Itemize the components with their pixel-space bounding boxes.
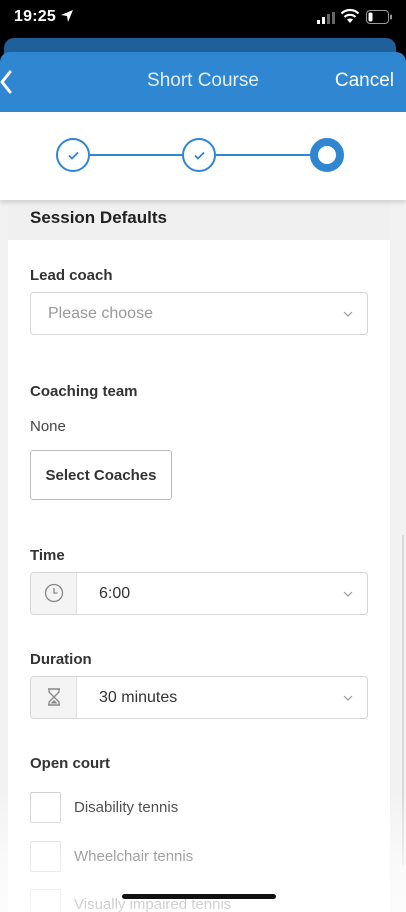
battery-icon xyxy=(366,10,392,24)
cellular-signal-icon xyxy=(317,12,335,24)
cancel-button[interactable]: Cancel xyxy=(335,70,394,92)
time-select[interactable]: 6:00 xyxy=(30,572,368,615)
header-bar: Short Course Cancel xyxy=(0,52,406,112)
duration-value: 30 minutes xyxy=(99,689,178,706)
clock-icon xyxy=(44,583,64,603)
duration-select[interactable]: 30 minutes xyxy=(30,676,368,719)
section-title: Session Defaults xyxy=(30,208,167,227)
coaching-team-label: Coaching team xyxy=(30,383,138,400)
time-icon-box xyxy=(31,573,77,614)
duration-icon-box xyxy=(31,677,77,718)
coaching-team-value: None xyxy=(30,418,66,435)
check-icon xyxy=(68,151,79,160)
hourglass-icon xyxy=(48,688,60,706)
step-2-complete[interactable] xyxy=(182,138,216,172)
checkbox[interactable] xyxy=(30,841,61,872)
time-label: Time xyxy=(30,547,65,564)
progress-stepper xyxy=(0,112,406,200)
status-time: 19:25 xyxy=(14,8,56,25)
open-court-label: Open court xyxy=(30,755,111,772)
checkbox[interactable] xyxy=(30,792,61,823)
step-connector xyxy=(216,154,312,156)
session-defaults-card: Session Defaults Lead coach Please choos… xyxy=(8,200,390,912)
duration-label: Duration xyxy=(30,651,92,668)
chevron-down-icon xyxy=(343,311,353,317)
chevron-down-icon xyxy=(343,591,353,597)
wifi-icon xyxy=(340,8,360,23)
lead-coach-placeholder: Please choose xyxy=(48,305,153,322)
chevron-down-icon xyxy=(343,695,353,701)
select-coaches-button[interactable]: Select Coaches xyxy=(30,450,172,500)
lead-coach-select[interactable]: Please choose xyxy=(30,292,368,335)
checkbox-visually-impaired-tennis[interactable]: Visually impaired tennis xyxy=(30,889,350,912)
check-icon xyxy=(194,151,205,160)
checkbox-disability-tennis[interactable]: Disability tennis xyxy=(30,792,350,824)
location-arrow-icon xyxy=(61,10,73,22)
form-content: Session Defaults Lead coach Please choos… xyxy=(0,200,406,912)
section-header: Session Defaults xyxy=(8,200,390,240)
checkbox-label: Wheelchair tennis xyxy=(74,848,194,865)
home-indicator[interactable] xyxy=(122,894,276,899)
checkbox[interactable] xyxy=(30,889,61,912)
time-value: 6:00 xyxy=(99,585,131,602)
status-bar: 19:25 xyxy=(0,0,406,36)
lead-coach-label: Lead coach xyxy=(30,267,113,284)
step-1-complete[interactable] xyxy=(56,138,90,172)
step-connector xyxy=(90,154,184,156)
checkbox-label: Disability tennis xyxy=(74,799,179,816)
step-3-current[interactable] xyxy=(310,138,344,172)
scroll-indicator[interactable] xyxy=(402,535,404,865)
checkbox-wheelchair-tennis[interactable]: Wheelchair tennis xyxy=(30,841,350,873)
